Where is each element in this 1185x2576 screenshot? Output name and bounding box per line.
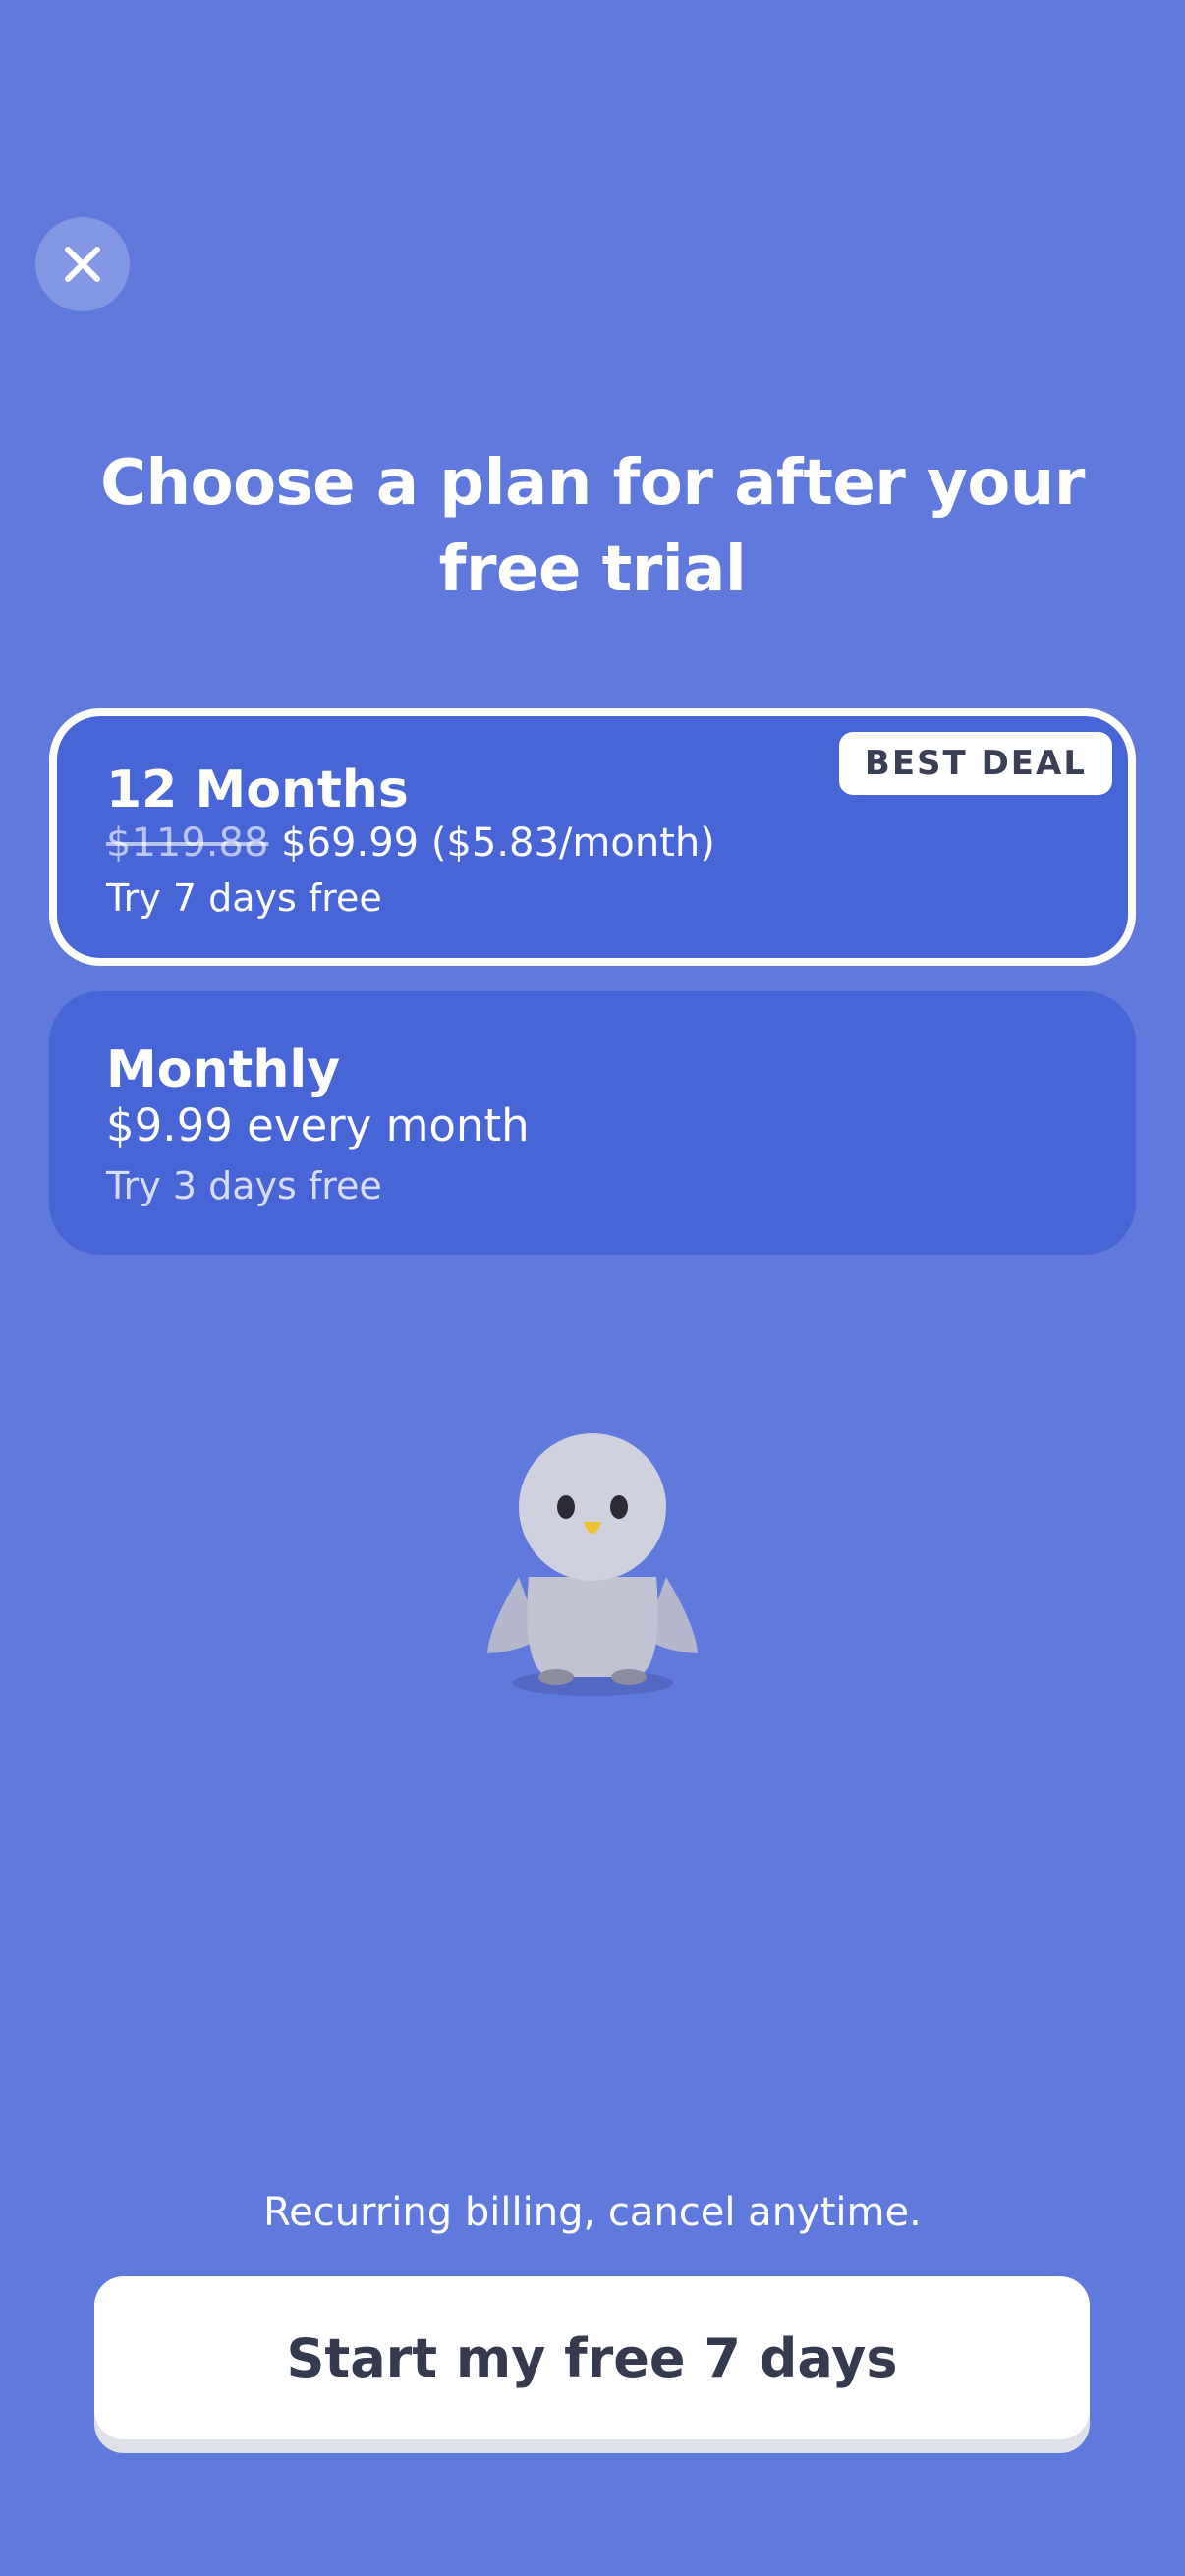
plan-price: $9.99 every month	[106, 1099, 530, 1151]
start-free-trial-button[interactable]: Start my free 7 days	[94, 2276, 1090, 2439]
plan-price-line: $119.88 $69.99 ($5.83/month)	[106, 818, 715, 868]
page-title: Choose a plan for after your free trial	[100, 447, 1085, 606]
plan-trial: Try 7 days free	[106, 876, 382, 920]
billing-note: Recurring billing, cancel anytime.	[263, 2190, 922, 2235]
close-icon	[63, 245, 102, 284]
penguin-mascot-icon	[481, 1429, 704, 1707]
plan-trial: Try 3 days free	[106, 1164, 382, 1207]
plan-name: Monthly	[106, 1040, 341, 1099]
best-deal-badge: BEST DEAL	[838, 732, 1112, 795]
plan-option-12-months[interactable]: 12 Months $119.88 $69.99 ($5.83/month) T…	[49, 708, 1136, 966]
plan-old-price: $119.88	[106, 820, 269, 866]
plan-price: $69.99 ($5.83/month)	[281, 820, 715, 866]
close-button[interactable]	[35, 217, 130, 311]
plan-name: 12 Months	[106, 760, 409, 819]
plan-option-monthly[interactable]: Monthly $9.99 every month Try 3 days fre…	[49, 991, 1136, 1255]
